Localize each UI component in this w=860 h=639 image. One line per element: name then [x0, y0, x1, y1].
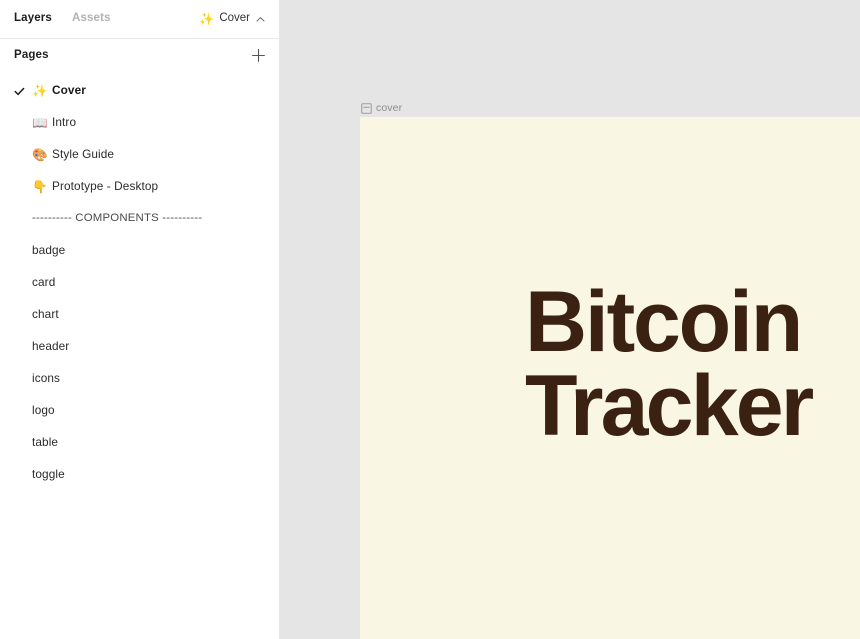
cover-title-line-2: Tracker [525, 358, 814, 455]
current-page-label: Cover [219, 12, 250, 25]
cover-title: Bitcoin Tracker [525, 279, 814, 455]
page-label: icons [32, 371, 61, 386]
frame-cover-wrapper: cover Bitcoin Tracker [360, 100, 860, 639]
sparkles-icon: ✨ [199, 12, 215, 26]
current-page-indicator[interactable]: ✨ Cover [199, 13, 267, 25]
page-label: chart [32, 307, 59, 322]
page-row-header[interactable]: header [0, 331, 279, 363]
frame-icon [361, 102, 372, 114]
page-label: Prototype - Desktop [52, 179, 159, 194]
pages-list: ✨ Cover 📖 Intro 🎨 Style Guide 👇 Prototyp… [0, 71, 279, 491]
tab-layers[interactable]: Layers [14, 13, 52, 25]
figma-window: Layers Assets ✨ Cover Pages ✨ Cover 📖 In… [0, 0, 860, 639]
chevron-up-icon[interactable] [256, 15, 265, 24]
page-label: header [32, 339, 70, 354]
page-row-icons[interactable]: icons [0, 363, 279, 395]
frame-label-text: cover [376, 101, 403, 114]
sidebar-header: Layers Assets ✨ Cover [0, 0, 279, 39]
page-label: Style Guide [52, 147, 115, 162]
page-row-components-divider[interactable]: ---------- COMPONENTS ---------- [0, 203, 279, 235]
page-row-badge[interactable]: badge [0, 235, 279, 267]
page-label: table [32, 435, 59, 450]
panel-tabs: Layers Assets [14, 13, 111, 25]
point-down-icon: 👇 [32, 179, 48, 194]
layers-sidebar: Layers Assets ✨ Cover Pages ✨ Cover 📖 In… [0, 0, 280, 639]
sparkles-icon: ✨ [32, 83, 48, 98]
design-canvas[interactable]: cover Bitcoin Tracker [280, 0, 860, 639]
pages-section-header: Pages [0, 39, 279, 71]
page-row-prototype-desktop[interactable]: 👇 Prototype - Desktop [0, 171, 279, 203]
cover-title-line-1: Bitcoin [525, 274, 803, 370]
page-row-toggle[interactable]: toggle [0, 459, 279, 491]
page-label: card [32, 275, 56, 290]
check-icon [14, 86, 32, 97]
frame-cover[interactable]: Bitcoin Tracker [360, 117, 860, 639]
page-row-logo[interactable]: logo [0, 395, 279, 427]
page-label: logo [32, 403, 55, 418]
page-row-style-guide[interactable]: 🎨 Style Guide [0, 139, 279, 171]
artist-palette-icon: 🎨 [32, 147, 48, 162]
page-label: toggle [32, 467, 65, 482]
pages-title: Pages [14, 49, 49, 61]
open-book-icon: 📖 [32, 115, 48, 130]
frame-label[interactable]: cover [360, 100, 860, 116]
page-row-chart[interactable]: chart [0, 299, 279, 331]
plus-icon[interactable] [249, 46, 267, 64]
page-label: Intro [52, 115, 77, 130]
page-row-intro[interactable]: 📖 Intro [0, 107, 279, 139]
page-row-cover[interactable]: ✨ Cover [0, 75, 279, 107]
tab-assets[interactable]: Assets [72, 13, 111, 25]
page-label: Cover [52, 83, 86, 98]
page-row-table[interactable]: table [0, 427, 279, 459]
page-row-card[interactable]: card [0, 267, 279, 299]
page-label: ---------- COMPONENTS ---------- [32, 212, 203, 225]
page-label: badge [32, 243, 66, 258]
